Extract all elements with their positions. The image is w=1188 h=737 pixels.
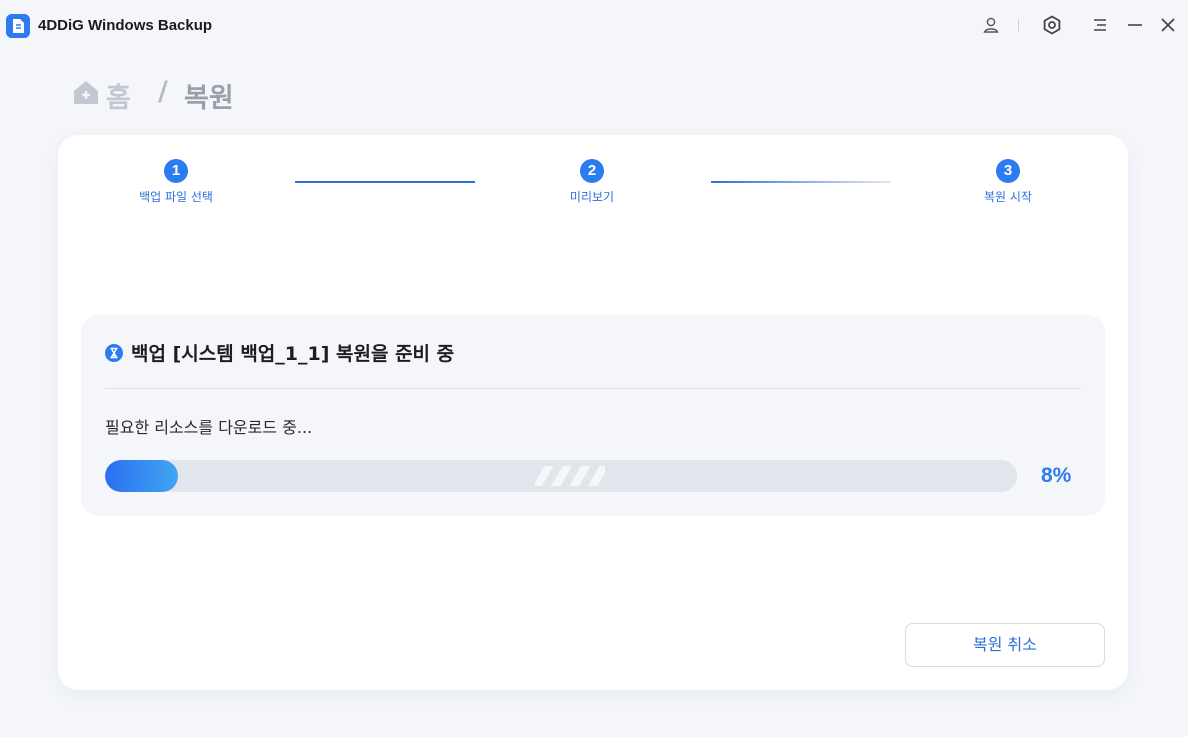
step-connector xyxy=(295,181,475,183)
step-label: 미리보기 xyxy=(569,190,615,204)
close-icon[interactable] xyxy=(1157,14,1179,36)
step-3: 3 복원 시작 xyxy=(908,159,1108,205)
progress-shine xyxy=(535,466,605,486)
step-connector xyxy=(711,181,891,183)
progress-bar xyxy=(105,460,1017,492)
breadcrumb-separator: / xyxy=(158,76,168,107)
step-2: 2 미리보기 xyxy=(492,159,692,205)
progress-fill xyxy=(105,460,178,492)
settings-icon[interactable] xyxy=(1041,14,1063,36)
step-label: 백업 파일 선택 xyxy=(139,190,213,204)
step-number: 3 xyxy=(996,159,1020,183)
account-icon[interactable] xyxy=(980,14,1002,36)
title-bar: 4DDiG Windows Backup xyxy=(0,0,1188,52)
hourglass-icon xyxy=(105,344,123,362)
divider xyxy=(105,388,1081,389)
step-1: 1 백업 파일 선택 xyxy=(76,159,276,205)
breadcrumb-current: 복원 xyxy=(184,83,234,114)
progress-percent: 8% xyxy=(1041,464,1072,487)
app-title: 4DDiG Windows Backup xyxy=(38,17,213,34)
home-icon[interactable] xyxy=(72,78,102,106)
progress-status: 필요한 리소스를 다운로드 중... xyxy=(105,418,313,437)
menu-icon[interactable] xyxy=(1089,14,1111,36)
step-number: 2 xyxy=(580,159,604,183)
breadcrumb-home[interactable]: 홈 xyxy=(106,76,131,115)
minimize-icon[interactable] xyxy=(1124,14,1146,36)
step-number: 1 xyxy=(164,159,188,183)
cancel-restore-button[interactable]: 복원 취소 xyxy=(905,623,1105,667)
app-logo-icon xyxy=(6,14,30,38)
progress-panel: 백업 [시스템 백업_1_1] 복원을 준비 중 필요한 리소스를 다운로드 중… xyxy=(81,315,1105,516)
progress-title: 백업 [시스템 백업_1_1] 복원을 준비 중 xyxy=(131,343,455,365)
main-card: 1 백업 파일 선택 2 미리보기 3 복원 시작 백업 [시스템 백업_1_1… xyxy=(58,135,1128,690)
step-label: 복원 시작 xyxy=(984,190,1032,204)
title-separator xyxy=(1018,19,1019,31)
